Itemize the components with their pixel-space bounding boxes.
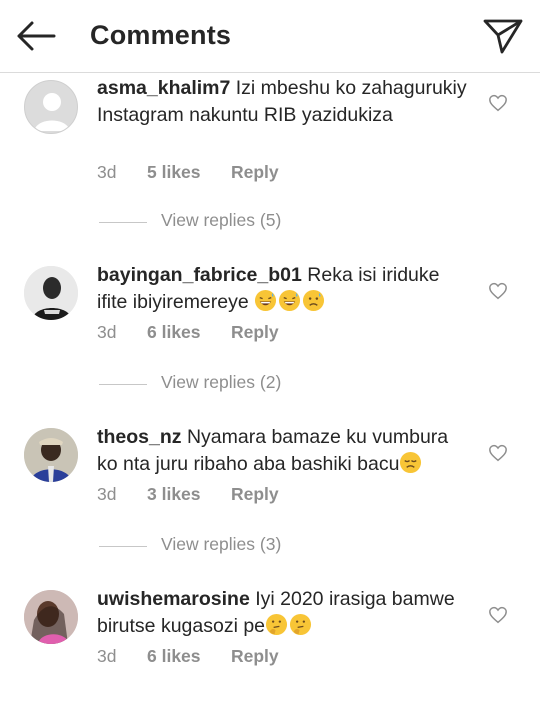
heart-icon[interactable] — [488, 94, 508, 112]
reply-button[interactable]: Reply — [231, 322, 279, 343]
comment-username[interactable]: asma_khalim7 — [97, 77, 230, 99]
divider-line — [99, 222, 147, 223]
comment-time: 3d — [97, 484, 117, 504]
comment-item: uwishemarosine Iyi 2020 irasiga bamwe bi… — [0, 566, 540, 717]
comment-time: 3d — [97, 646, 117, 666]
heart-icon[interactable] — [488, 444, 508, 462]
arrow-left-icon — [17, 21, 56, 51]
avatar[interactable] — [24, 590, 78, 644]
comment-body: theos_nz Nyamara bamaze ku vumbura ko nt… — [97, 424, 467, 478]
likes-count[interactable]: 3 likes — [147, 484, 201, 505]
comment-item: theos_nz Nyamara bamaze ku vumbura ko nt… — [0, 404, 540, 566]
view-replies-link[interactable]: View replies (2) — [99, 372, 399, 394]
comment-body: asma_khalim7 Izi mbeshu ko zahagurukiy I… — [97, 75, 467, 129]
comment-time: 3d — [97, 162, 117, 182]
back-button[interactable] — [14, 18, 58, 54]
page-title: Comments — [90, 20, 232, 50]
thinking-emoji-icon — [289, 613, 312, 636]
comment-username[interactable]: bayingan_fabrice_b01 — [97, 264, 302, 286]
avatar[interactable] — [24, 428, 78, 482]
comment-item: bayingan_fabrice_b01 Reka isi iriduke if… — [0, 242, 540, 404]
comment-item: asma_khalim7 Izi mbeshu ko zahagurukiy I… — [0, 72, 540, 242]
share-button[interactable] — [482, 17, 524, 55]
comment-username[interactable]: theos_nz — [97, 426, 182, 448]
worried-sweat-emoji-icon — [303, 289, 325, 312]
grinning-sweat-emoji-icon — [279, 289, 301, 312]
comment-username[interactable]: uwishemarosine — [97, 588, 250, 610]
heart-icon[interactable] — [488, 606, 508, 624]
grinning-sweat-emoji-icon — [255, 289, 277, 312]
reply-button[interactable]: Reply — [231, 162, 279, 183]
view-replies-link[interactable]: View replies (3) — [99, 534, 399, 556]
view-replies-link[interactable]: View replies (5) — [99, 210, 399, 232]
likes-count[interactable]: 6 likes — [147, 322, 201, 343]
reply-button[interactable]: Reply — [231, 646, 279, 667]
likes-count[interactable]: 6 likes — [147, 646, 201, 667]
comment-time: 3d — [97, 322, 117, 342]
default-avatar-icon — [34, 93, 70, 131]
heart-icon[interactable] — [488, 282, 508, 300]
divider-line — [99, 384, 147, 385]
likes-count[interactable]: 5 likes — [147, 162, 201, 183]
comment-body: uwishemarosine Iyi 2020 irasiga bamwe bi… — [97, 586, 467, 640]
thinking-emoji-icon — [265, 613, 288, 636]
user-photo-icon — [24, 590, 78, 644]
avatar[interactable] — [24, 80, 78, 134]
comment-body: bayingan_fabrice_b01 Reka isi iriduke if… — [97, 262, 467, 316]
user-photo-icon — [24, 266, 78, 320]
paper-plane-icon — [483, 19, 523, 54]
reply-button[interactable]: Reply — [231, 484, 279, 505]
view-replies-label: View replies (3) — [161, 534, 282, 554]
divider-line — [99, 546, 147, 547]
header-bar: Comments — [0, 0, 540, 73]
view-replies-label: View replies (5) — [161, 210, 282, 230]
avatar[interactable] — [24, 266, 78, 320]
user-photo-icon — [24, 428, 78, 482]
disappointed-emoji-icon — [400, 451, 422, 474]
view-replies-label: View replies (2) — [161, 372, 282, 392]
